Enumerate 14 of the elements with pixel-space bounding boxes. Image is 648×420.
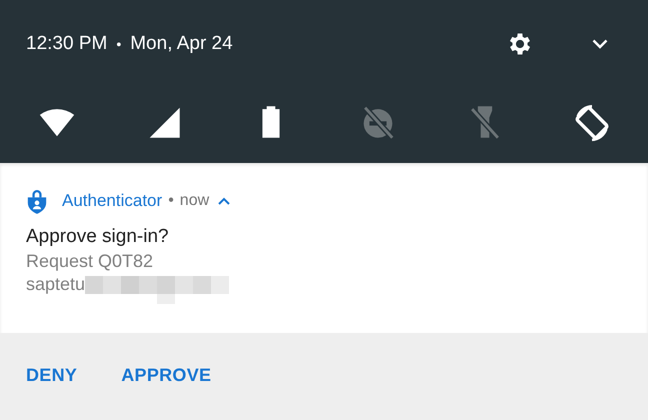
chevron-up-icon[interactable] (218, 197, 230, 205)
app-name: Authenticator (62, 191, 162, 211)
notification-text: saptetu (26, 273, 86, 296)
notification-text: Request Q0T82 (26, 250, 154, 273)
separator-dot: • (116, 36, 122, 52)
time: 12:30 PM (26, 33, 108, 55)
notification-title: Approve sign-in? (26, 225, 170, 249)
chevron-down-icon[interactable] (592, 39, 608, 49)
action-button[interactable]: DENY (26, 365, 78, 386)
shield-lock-icon (26, 188, 48, 214)
date: Mon, Apr 24 (130, 33, 233, 55)
separator-dot: • (168, 192, 174, 210)
action-button[interactable]: APPROVE (121, 365, 212, 386)
notification-time: now (180, 192, 210, 210)
